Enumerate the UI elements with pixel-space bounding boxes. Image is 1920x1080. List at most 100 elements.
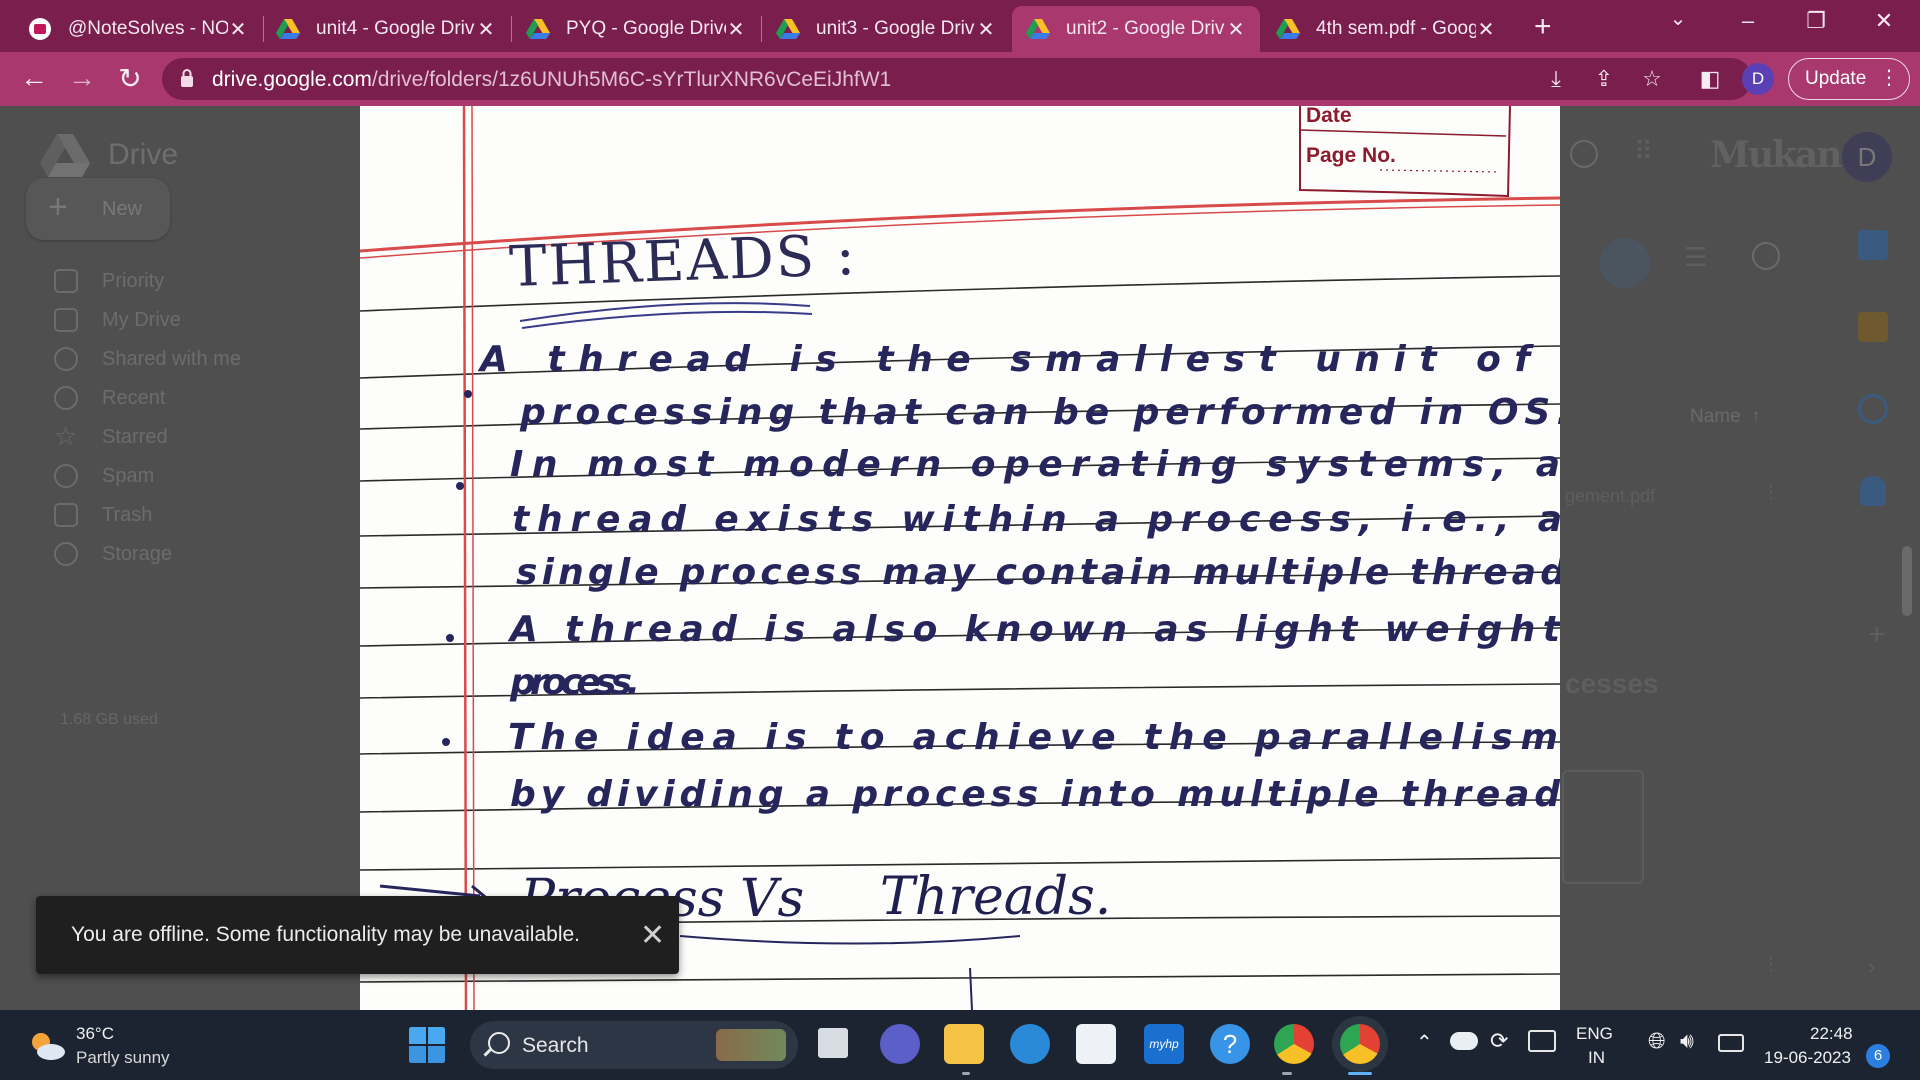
more-options-icon[interactable]: ⋮ (1762, 482, 1780, 503)
browser-tab[interactable]: unit3 - Google Driv ✕ (762, 6, 1010, 52)
close-tab-icon[interactable]: ✕ (726, 17, 746, 42)
back-button[interactable]: ← (14, 62, 54, 94)
calendar-icon[interactable] (1858, 230, 1888, 260)
file-explorer-icon[interactable] (944, 1024, 984, 1064)
search-icon (488, 1032, 510, 1054)
restore-button[interactable]: ❐ (1796, 8, 1836, 34)
scrollbar-thumb[interactable] (1902, 546, 1912, 616)
keyboard-icon[interactable] (1528, 1030, 1556, 1052)
side-panel-icon[interactable]: ◧ (1694, 66, 1726, 92)
browser-tab[interactable]: unit4 - Google Driv ✕ (262, 6, 510, 52)
address-bar[interactable]: drive.google.com/drive/folders/1z6UNUh5M… (162, 58, 1752, 100)
profile-avatar[interactable]: D (1742, 63, 1774, 95)
nav-recent[interactable]: Recent (54, 383, 165, 413)
notes-line: by dividing a process into multiple thre… (510, 774, 1560, 815)
close-tab-icon[interactable]: ✕ (1476, 17, 1496, 42)
close-window-button[interactable]: ✕ (1864, 8, 1904, 34)
close-icon[interactable]: ✕ (640, 918, 665, 953)
file-thumbnail-card[interactable] (1562, 770, 1644, 884)
settings-gear-icon[interactable] (1570, 140, 1598, 168)
url-text: drive.google.com/drive/folders/1z6UNUh5M… (212, 68, 892, 91)
apps-grid-icon[interactable]: ⠿ (1634, 136, 1653, 167)
battery-icon[interactable] (1718, 1034, 1744, 1052)
account-avatar[interactable]: D (1842, 132, 1892, 182)
active-indicator (1348, 1072, 1372, 1075)
reload-button[interactable]: ↻ (110, 62, 150, 95)
myhp-icon[interactable]: myhp (1144, 1024, 1184, 1064)
browser-tab[interactable]: @NoteSolves - NO ✕ (14, 6, 262, 52)
update-button[interactable]: Update ⋮ (1788, 58, 1910, 100)
install-app-icon[interactable]: ⤓ (1540, 66, 1572, 92)
globe-network-icon[interactable]: 🌐︎ (1648, 1028, 1666, 1054)
bullet-points (442, 390, 472, 746)
plus-icon: + (48, 188, 68, 226)
windows-start-icon[interactable] (408, 1026, 446, 1064)
tab-search-chevron-icon[interactable]: ⌄ (1658, 6, 1698, 31)
browser-tab[interactable]: unit2 - Google Driv ✕ (1012, 6, 1260, 52)
file-name-partial[interactable]: gement.pdf (1565, 486, 1655, 507)
sync-icon[interactable]: ⟳ (1490, 1028, 1508, 1054)
minimize-button[interactable]: – (1728, 8, 1768, 34)
nav-shared-with-me[interactable]: Shared with me (54, 344, 241, 374)
browser-tab[interactable]: PYQ - Google Drive ✕ (512, 6, 760, 52)
language-top[interactable]: ENG (1576, 1024, 1613, 1044)
share-icon[interactable]: ⇪ (1588, 66, 1620, 92)
new-button[interactable]: + New (26, 178, 170, 240)
nav-priority[interactable]: Priority (54, 266, 164, 296)
clock-time[interactable]: 22:48 (1810, 1024, 1853, 1044)
nav-starred[interactable]: ☆ Starred (54, 422, 168, 452)
clock-date[interactable]: 19-06-2023 (1764, 1048, 1851, 1068)
more-options-icon[interactable]: ⋮ (1762, 954, 1780, 975)
margin-red-line (462, 106, 468, 1010)
show-hidden-icons-chevron-icon[interactable]: ⌃ (1416, 1030, 1433, 1055)
onedrive-cloud-icon[interactable] (1450, 1032, 1478, 1050)
notification-badge[interactable]: 6 (1866, 1044, 1890, 1068)
nav-storage[interactable]: Storage (54, 539, 172, 569)
keep-icon[interactable] (1858, 312, 1888, 342)
tab-title: 4th sem.pdf - Goog (1316, 18, 1476, 39)
partly-sunny-icon[interactable] (28, 1030, 66, 1062)
taskbar-search[interactable]: Search (470, 1021, 798, 1069)
forward-button[interactable]: → (62, 62, 102, 94)
list-view-icon[interactable]: ☰ (1684, 242, 1707, 273)
add-addon-icon[interactable]: + (1868, 618, 1886, 652)
chrome-profile-icon[interactable] (1340, 1024, 1380, 1064)
close-tab-icon[interactable]: ✕ (976, 17, 996, 42)
nav-my-drive[interactable]: My Drive (54, 305, 181, 335)
close-tab-icon[interactable]: ✕ (476, 17, 496, 42)
star-icon: ☆ (54, 421, 78, 451)
close-tab-icon[interactable]: ✕ (228, 17, 248, 42)
notes-line: thread exists within a process, i.e., a (512, 499, 1560, 540)
notesolves-icon (29, 18, 51, 40)
info-icon[interactable] (1752, 242, 1780, 270)
microsoft-store-icon[interactable] (1076, 1024, 1116, 1064)
clock-icon (54, 386, 78, 410)
language-bottom[interactable]: IN (1588, 1048, 1605, 1068)
tasks-icon[interactable] (1858, 394, 1888, 424)
chrome-icon[interactable] (1274, 1024, 1314, 1064)
google-drive-icon (276, 19, 300, 39)
weather-temperature[interactable]: 36°C (76, 1024, 114, 1044)
task-view-icon[interactable] (818, 1028, 848, 1058)
stamp-page-label: Page No. (1306, 144, 1396, 167)
contacts-icon[interactable] (1860, 476, 1886, 506)
tab-title: unit4 - Google Driv (316, 18, 475, 39)
bookmark-star-icon[interactable]: ☆ (1636, 66, 1668, 92)
browser-tab[interactable]: 4th sem.pdf - Goog ✕ (1262, 6, 1510, 52)
close-tab-icon[interactable]: ✕ (1226, 17, 1246, 42)
nav-trash[interactable]: Trash (54, 500, 152, 530)
sort-by-name-header[interactable]: Name ↑ (1690, 406, 1761, 428)
speaker-icon[interactable]: 🔊︎ (1680, 1028, 1694, 1054)
teams-chat-icon[interactable] (880, 1024, 920, 1064)
weather-condition[interactable]: Partly sunny (76, 1048, 170, 1068)
nav-spam[interactable]: Spam (54, 461, 154, 491)
filter-icon[interactable] (1600, 238, 1650, 288)
google-drive-logo-icon (40, 134, 90, 177)
google-drive-icon (526, 19, 550, 39)
get-help-icon[interactable]: ? (1210, 1024, 1250, 1064)
notebook-page-preview: Date Page No. THREADS : A thread is the … (360, 106, 1560, 1010)
new-tab-button[interactable]: + (1534, 10, 1552, 44)
subheading-vs: Vs (740, 869, 804, 929)
edge-browser-icon[interactable] (1010, 1024, 1050, 1064)
chevron-right-icon[interactable]: › (1868, 954, 1875, 980)
